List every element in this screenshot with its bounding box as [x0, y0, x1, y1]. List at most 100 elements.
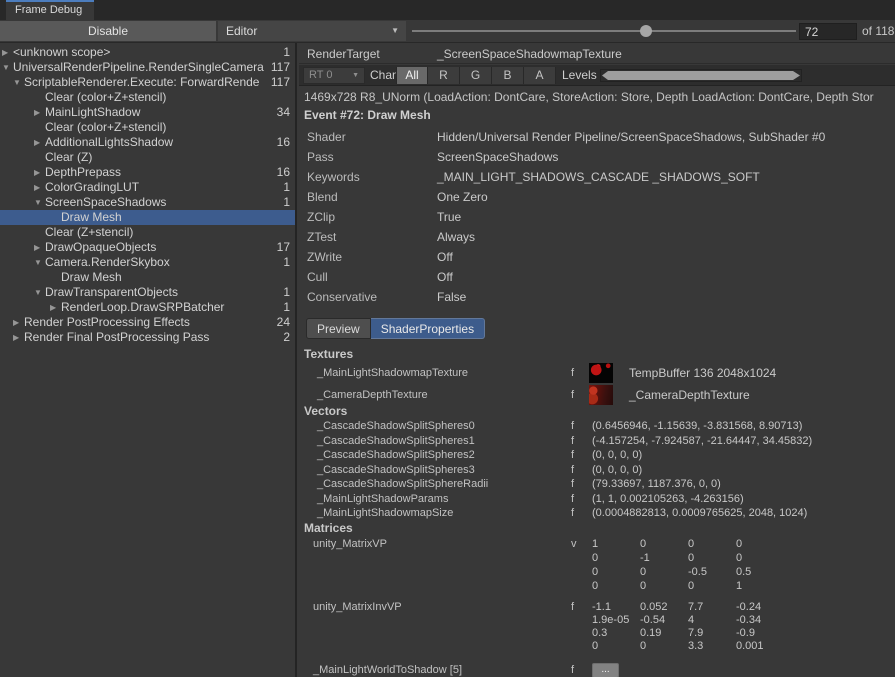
vector-value: (0, 0, 0, 0)	[592, 463, 642, 478]
tree-row-count: 16	[277, 135, 295, 150]
tree-arrow-icon[interactable]: ▶	[34, 240, 45, 255]
tree-row[interactable]: ▶DepthPrepass16	[0, 165, 295, 180]
tree-arrow-icon[interactable]: ▼	[34, 285, 45, 300]
main-split: ▶<unknown scope>1 ▼UniversalRenderPipeli…	[0, 43, 895, 677]
matrix-cell: 1.9e-05	[592, 614, 640, 627]
tree-arrow-icon[interactable]: ▶	[34, 135, 45, 150]
tree-row[interactable]: ▶Render Final PostProcessing Pass2	[0, 330, 295, 345]
matrix-cell: 0	[640, 565, 688, 579]
tree-arrow-icon[interactable]: ▼	[2, 60, 13, 75]
vector-value: (0.6456946, -1.15639, -3.831568, 8.90713…	[592, 419, 802, 434]
chevron-down-icon: ▼	[352, 68, 359, 83]
tree-row-label: Clear (color+Z+stencil)	[45, 120, 290, 135]
frame-slider[interactable]	[412, 20, 796, 42]
target-dropdown-label: Editor	[226, 24, 257, 38]
matrix-array-row: _MainLightWorldToShadow [5] f ...	[299, 663, 895, 677]
tree-row[interactable]: ▶AdditionalLightsShadow16	[0, 135, 295, 150]
channel-all-button[interactable]: All	[396, 67, 428, 84]
vector-row: _CascadeShadowSplitSpheres2f(0, 0, 0, 0)	[299, 448, 895, 463]
frame-slider-knob[interactable]	[640, 25, 652, 37]
channel-segmented-control: All R G B A	[396, 67, 556, 84]
tree-row[interactable]: ▼UniversalRenderPipeline.RenderSingleCam…	[0, 60, 295, 75]
tree-arrow-icon[interactable]: ▶	[34, 180, 45, 195]
matrix-cell: 0	[736, 537, 784, 551]
vector-row: _CascadeShadowSplitSpheres3f(0, 0, 0, 0)	[299, 463, 895, 478]
tree-row[interactable]: Draw Mesh	[0, 270, 295, 285]
channels-bar: RT 0 ▼ Channels All R G B A Levels	[299, 65, 895, 86]
tree-arrow-icon[interactable]: ▶	[34, 105, 45, 120]
tree-row[interactable]: ▼ScreenSpaceShadows1	[0, 195, 295, 210]
tab-preview[interactable]: Preview	[306, 318, 371, 339]
disable-button[interactable]: Disable	[0, 21, 216, 41]
property-label: Pass	[307, 147, 334, 167]
tree-row[interactable]: ▶Render PostProcessing Effects24	[0, 315, 295, 330]
frame-number-input[interactable]	[799, 23, 857, 40]
tree-row-count: 1	[283, 45, 295, 60]
chevron-down-icon: ▼	[391, 21, 399, 41]
tree-arrow-icon[interactable]: ▶	[2, 45, 13, 60]
tree-row-count: 117	[271, 60, 295, 75]
channel-b-button[interactable]: B	[492, 67, 524, 84]
rt-index-dropdown[interactable]: RT 0 ▼	[303, 67, 365, 84]
tree-row[interactable]: ▶<unknown scope>1	[0, 45, 295, 60]
property-label: Blend	[307, 187, 338, 207]
tree-row[interactable]: Clear (Z+stencil)	[0, 225, 295, 240]
tree-row[interactable]: Clear (color+Z+stencil)	[0, 120, 295, 135]
levels-range-slider[interactable]	[600, 69, 802, 82]
tree-arrow-icon[interactable]: ▶	[13, 330, 24, 345]
tree-row[interactable]: ▼Camera.RenderSkybox1	[0, 255, 295, 270]
tree-row[interactable]: ▶MainLightShadow34	[0, 105, 295, 120]
event-tree[interactable]: ▶<unknown scope>1 ▼UniversalRenderPipeli…	[0, 43, 297, 677]
channel-a-button[interactable]: A	[524, 67, 556, 84]
property-row: ZClipTrue	[299, 207, 895, 227]
frame-slider-track[interactable]	[412, 30, 796, 32]
vector-name: _CascadeShadowSplitSphereRadii	[317, 477, 488, 492]
matrix-cell: 4	[688, 614, 736, 627]
depth-texture-thumbnail[interactable]	[589, 385, 613, 405]
tree-row-count: 1	[283, 195, 295, 210]
tree-row-label: Camera.RenderSkybox	[45, 255, 283, 270]
vector-name: _CascadeShadowSplitSpheres0	[317, 419, 475, 434]
tree-row-count: 2	[283, 330, 295, 345]
tree-arrow-icon[interactable]: ▶	[50, 300, 61, 315]
vector-row: _MainLightShadowParamsf(1, 1, 0.00210526…	[299, 492, 895, 507]
tab-shader-properties[interactable]: ShaderProperties	[371, 318, 485, 339]
tree-row-label: AdditionalLightsShadow	[45, 135, 277, 150]
levels-range-fill[interactable]	[602, 71, 800, 80]
channel-r-button[interactable]: R	[428, 67, 460, 84]
tree-arrow-icon[interactable]: ▶	[34, 165, 45, 180]
channel-g-button[interactable]: G	[460, 67, 492, 84]
tree-arrow-icon[interactable]: ▶	[13, 315, 24, 330]
tree-row-label: ScreenSpaceShadows	[45, 195, 283, 210]
tree-row[interactable]: ▼DrawTransparentObjects1	[0, 285, 295, 300]
matrix-cell: -0.5	[688, 565, 736, 579]
matrix-cell: 0	[640, 579, 688, 593]
matrix-cell: 0	[688, 579, 736, 593]
expand-matrix-array-button[interactable]: ...	[592, 663, 619, 677]
tree-row-count: 34	[277, 105, 295, 120]
tree-row[interactable]: Clear (color+Z+stencil)	[0, 90, 295, 105]
tree-row-count: 1	[283, 180, 295, 195]
tree-row-label: DrawTransparentObjects	[45, 285, 283, 300]
tree-row[interactable]: ▶ColorGradingLUT1	[0, 180, 295, 195]
matrix-cell: 0.001	[736, 640, 784, 653]
shadowmap-thumbnail[interactable]	[589, 363, 613, 383]
tree-row-selected[interactable]: Draw Mesh	[0, 210, 295, 225]
tab-frame-debug[interactable]: Frame Debug	[6, 0, 94, 20]
tree-row-label: Clear (Z+stencil)	[45, 225, 290, 240]
tree-arrow-icon[interactable]: ▼	[34, 255, 45, 270]
property-row: Keywords_MAIN_LIGHT_SHADOWS_CASCADE _SHA…	[299, 167, 895, 187]
tree-row[interactable]: ▶RenderLoop.DrawSRPBatcher1	[0, 300, 295, 315]
matrix-cell: 0	[592, 579, 640, 593]
rt-index-dropdown-label: RT 0	[309, 69, 332, 81]
tree-arrow-icon[interactable]: ▼	[13, 75, 24, 90]
target-dropdown[interactable]: Editor ▼	[218, 21, 406, 41]
vector-row: _CascadeShadowSplitSpheres1f(-4.157254, …	[299, 434, 895, 449]
property-value: True	[437, 207, 461, 227]
tree-row[interactable]: ▶DrawOpaqueObjects17	[0, 240, 295, 255]
tree-row[interactable]: ▼ScriptableRenderer.Execute: ForwardRend…	[0, 75, 295, 90]
tree-row-count: 17	[277, 240, 295, 255]
tree-arrow-icon[interactable]: ▼	[34, 195, 45, 210]
matrix-cell: 3.3	[688, 640, 736, 653]
tree-row[interactable]: Clear (Z)	[0, 150, 295, 165]
